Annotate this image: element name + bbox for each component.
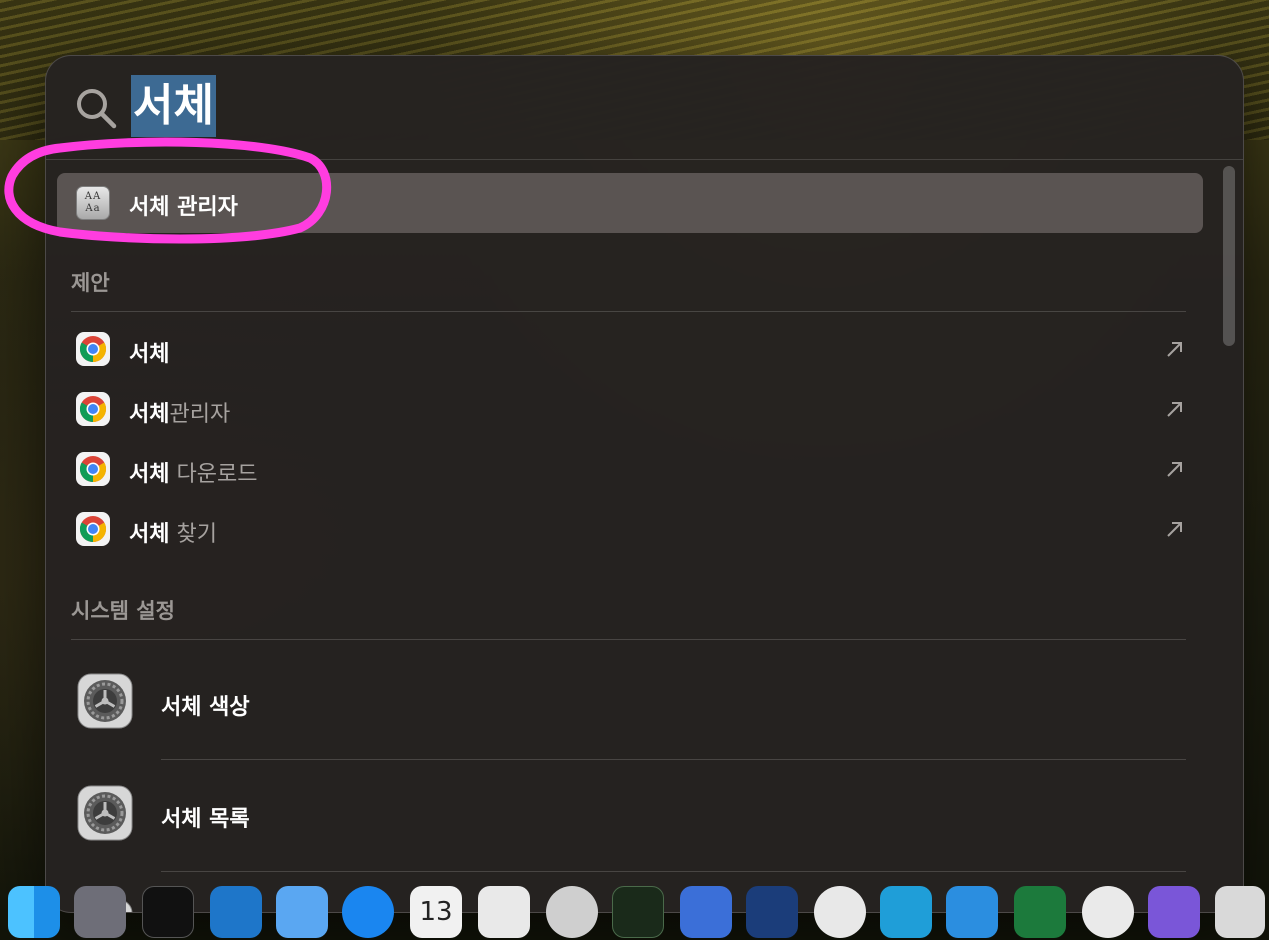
terminal-icon[interactable] [142,886,194,938]
spotlight-panel: 서체 AA Aa 서체 관리자 제안 서체 서체관리자 서체 다운로드 서체 찾… [45,55,1244,913]
suggestion-match: 서체 [129,342,170,367]
suggestion-completion: 다운로드 [169,462,258,487]
setting-divider [161,759,1186,760]
search-divider [46,159,1243,160]
font-book-icon: AA Aa [76,186,110,220]
chrome-icon[interactable] [814,886,866,938]
section-divider [71,311,1186,312]
system-setting-label: 서체 색상 [161,695,250,720]
suggestion-item[interactable]: 서체 다운로드 [71,444,1186,494]
app-icon[interactable] [1148,886,1200,938]
system-setting-label: 서체 목록 [161,807,250,832]
suggestion-item[interactable]: 서체관리자 [71,384,1186,434]
top-hit-row[interactable]: AA Aa 서체 관리자 [57,173,1203,233]
open-arrow-icon [1167,522,1182,537]
suggestion-item[interactable]: 서체 [71,324,1186,374]
open-arrow-icon [1167,462,1182,477]
mail-icon[interactable] [276,886,328,938]
chrome-icon [76,452,110,486]
app-icon[interactable] [946,886,998,938]
dock: 13 [0,884,1269,940]
zoom-icon[interactable] [680,886,732,938]
excel-icon[interactable] [1014,886,1066,938]
system-settings-gear-icon [77,785,133,841]
activity-monitor-icon[interactable] [612,886,664,938]
suggestion-match: 서체 [129,462,170,487]
section-header-system-settings: 시스템 설정 [71,599,175,623]
chrome-icon [76,392,110,426]
system-setting-item[interactable]: 서체 목록 [71,771,1186,861]
vscode-icon[interactable] [210,886,262,938]
system-settings-gear-icon [77,673,133,729]
suggestion-label: 서체 [129,336,169,368]
launchpad-icon[interactable] [74,886,126,938]
open-arrow-icon [1167,342,1182,357]
finder-icon[interactable] [8,886,60,938]
top-hit-label: 서체 관리자 [129,195,238,220]
chrome-icon [76,332,110,366]
suggestion-completion: 관리자 [169,402,231,427]
scrollbar[interactable] [1223,166,1235,346]
app-store-icon[interactable] [342,886,394,938]
app-icon[interactable] [1215,886,1265,938]
suggestion-match: 서체 [129,402,170,427]
setting-divider [161,871,1186,872]
suggestion-item[interactable]: 서체 찾기 [71,504,1186,554]
chrome-icon [76,512,110,546]
system-setting-item[interactable]: 서체 색상 [71,659,1186,749]
search-input[interactable]: 서체 [131,75,216,137]
suggestion-label: 서체관리자 [129,396,230,428]
suggestion-match: 서체 [129,522,170,547]
open-arrow-icon [1167,402,1182,417]
search-icon [77,89,117,129]
notes-icon[interactable] [478,886,530,938]
search-bar[interactable]: 서체 [46,56,1243,160]
section-divider [71,639,1186,640]
section-header-suggestions: 제안 [71,271,110,295]
suggestion-label: 서체 다운로드 [129,456,257,488]
safari-icon[interactable] [546,886,598,938]
suggestion-label: 서체 찾기 [129,516,217,548]
app-icon[interactable] [1082,886,1134,938]
xcode-icon[interactable] [746,886,798,938]
app-icon[interactable] [880,886,932,938]
suggestion-completion: 찾기 [169,522,217,547]
calendar-icon[interactable]: 13 [410,886,462,938]
